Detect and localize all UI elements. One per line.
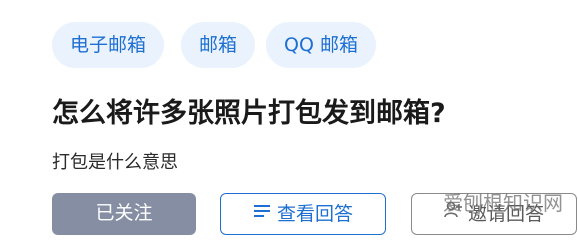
tag-mailbox[interactable]: 邮箱 [181, 22, 256, 68]
question-title: 怎么将许多张照片打包发到邮箱? [52, 98, 446, 129]
view-answers-button[interactable]: 查看回答 [220, 193, 386, 235]
tag-email[interactable]: 电子邮箱 [52, 22, 165, 68]
followed-button-label: 已关注 [95, 202, 153, 224]
followed-button[interactable]: 已关注 [52, 193, 196, 235]
question-description: 打包是什么意思 [52, 152, 178, 173]
tag-qq-email[interactable]: QQ 邮箱 [266, 22, 376, 68]
watermark-text: 爱刨根知识网 [443, 191, 563, 215]
view-answers-label: 查看回答 [276, 203, 353, 225]
list-icon [253, 193, 271, 233]
